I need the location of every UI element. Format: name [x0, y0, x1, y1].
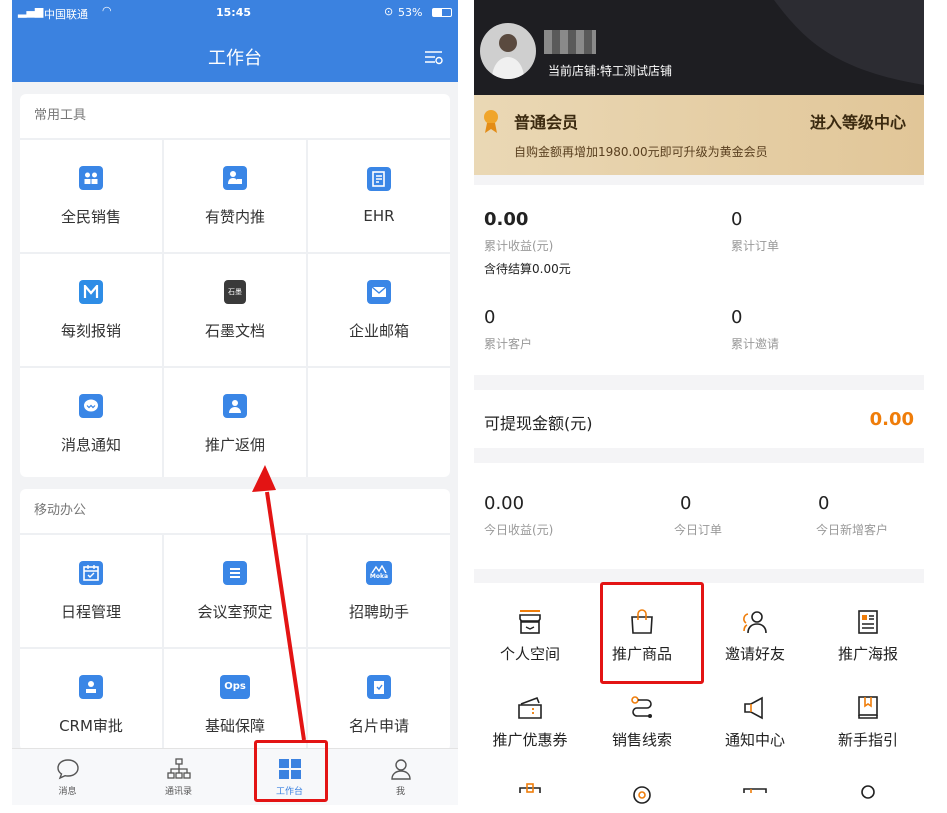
workbench-screen: ▂▄▆ 中国联通 ◠ 15:45 ⊙ 53% 工作台 常用工具 全民销售 有赞内…: [12, 0, 458, 805]
member-level: 普通会员: [514, 113, 579, 132]
stat-value: 0: [731, 209, 743, 230]
service-label: 推广优惠券: [492, 731, 568, 749]
today-stats: 0.00 今日收益(元) 0 今日订单 0 今日新增客户: [474, 463, 924, 569]
service-label: 个人空间: [499, 645, 560, 663]
stat-total-income: 0.00 累计收益(元) 含待结算0.00元: [484, 209, 571, 277]
stat-caption: 今日收益(元): [484, 523, 554, 537]
service-label: 销售线索: [611, 731, 672, 749]
service-label: 推广海报: [837, 645, 898, 663]
service-invite-friends[interactable]: 邀请好友: [699, 609, 811, 664]
service-personal-space[interactable]: 个人空间: [474, 609, 586, 664]
username-blurred: [544, 30, 596, 54]
megaphone-icon: [744, 696, 763, 720]
stat-total-customers: 0 累计客户: [484, 307, 532, 352]
avatar[interactable]: [480, 23, 536, 79]
header-decoration: [774, 0, 924, 85]
users-icon: [743, 611, 767, 634]
partial-icon: [743, 788, 767, 793]
partial-icon: [633, 786, 651, 804]
withdrawable-row[interactable]: 可提现金额(元) 0.00: [474, 390, 924, 448]
stat-caption: 累计收益(元): [484, 239, 554, 253]
stat-today-orders: 0 今日订单: [674, 493, 722, 538]
stat-value: 0.00: [484, 493, 525, 514]
stat-value: 0: [680, 493, 692, 514]
service-notify-center[interactable]: 通知中心: [699, 695, 811, 750]
service-sales-leads[interactable]: 销售线索: [586, 695, 698, 750]
stat-value: 0.00: [484, 209, 529, 230]
stat-caption: 累计客户: [484, 337, 533, 351]
service-label: 邀请好友: [724, 645, 785, 663]
level-center-link[interactable]: 进入等级中心: [810, 109, 906, 133]
shop-icon: [519, 610, 541, 634]
route-icon: [631, 696, 652, 718]
highlight-box: [600, 582, 704, 684]
withdraw-amount: 0.00: [869, 409, 914, 430]
member-banner[interactable]: 普通会员 进入等级中心 自购金额再增加1980.00元即可升级为黄金会员: [474, 95, 924, 175]
stat-total-orders: 0 累计订单: [731, 209, 779, 254]
service-promo-poster[interactable]: 推广海报: [812, 609, 924, 664]
partial-icon: [861, 785, 875, 799]
service-beginner-guide[interactable]: 新手指引: [812, 695, 924, 750]
stat-today-income: 0.00 今日收益(元): [484, 493, 553, 538]
distributor-center-screen: 当前店铺:特工测试店铺 普通会员 进入等级中心 自购金额再增加1980.00元即…: [474, 0, 924, 805]
coupon-icon: [518, 696, 542, 719]
service-label: 通知中心: [724, 731, 785, 749]
upgrade-hint: 自购金额再增加1980.00元即可升级为黄金会员: [514, 145, 768, 159]
cumulative-stats: 0.00 累计收益(元) 含待结算0.00元 0 累计订单 0 累计客户 0 累…: [474, 185, 924, 375]
stat-caption: 今日订单: [674, 523, 723, 537]
stat-today-new-customers: 0 今日新增客户: [816, 493, 888, 538]
medal-icon: [484, 110, 498, 133]
stat-value: 0: [818, 493, 830, 514]
book-icon: [858, 696, 878, 719]
stat-caption: 今日新增客户: [816, 523, 889, 537]
stat-caption: 累计订单: [731, 239, 780, 253]
stat-value: 0: [731, 307, 743, 328]
stat-caption: 累计邀请: [731, 337, 780, 351]
partial-icon: [519, 783, 541, 793]
avatar-person-icon: [492, 34, 524, 79]
profile-header: 当前店铺:特工测试店铺: [474, 0, 924, 95]
stat-total-invites: 0 累计邀请: [731, 307, 779, 352]
service-promo-coupon[interactable]: 推广优惠券: [474, 695, 586, 750]
stat-value: 0: [484, 307, 496, 328]
pointer-arrow: [252, 465, 306, 741]
withdraw-label: 可提现金额(元): [484, 414, 593, 433]
current-store: 当前店铺:特工测试店铺: [548, 64, 673, 78]
poster-icon: [858, 610, 878, 634]
pending-settlement: 含待结算0.00元: [484, 262, 571, 276]
service-label: 新手指引: [837, 731, 898, 749]
